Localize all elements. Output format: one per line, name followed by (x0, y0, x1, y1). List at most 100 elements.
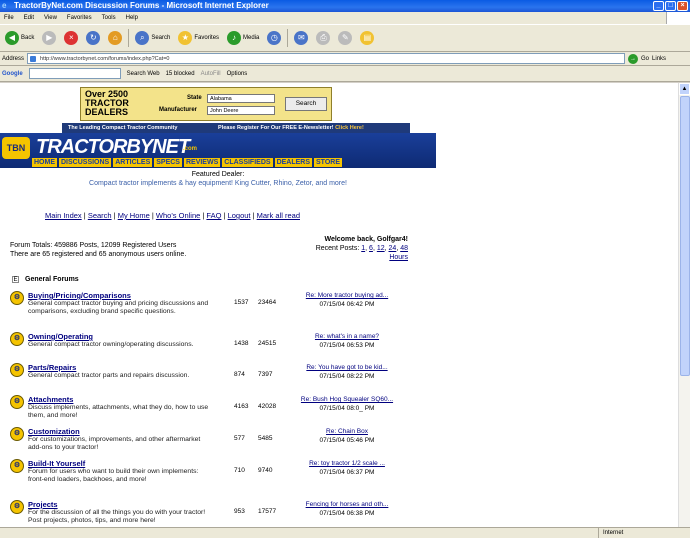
favorites-button[interactable]: ★ Favorites (176, 28, 221, 48)
home-button[interactable]: ⌂ (106, 28, 124, 48)
newsletter-link[interactable]: Please Register For Our FREE E-Newslette… (218, 123, 364, 133)
last-post-link[interactable]: Re: Bush Hog Squealer SQ60... (301, 396, 393, 403)
recent-48-link[interactable]: 48 (400, 245, 408, 252)
options-button[interactable]: Options (227, 71, 248, 77)
home-icon: ⌂ (108, 31, 123, 45)
my-home-link[interactable]: My Home (118, 211, 150, 220)
address-bar: Address http://www.tractorbynet.com/foru… (0, 52, 690, 66)
go-arrow-icon[interactable]: → (628, 53, 639, 64)
menu-file[interactable]: File (4, 15, 14, 21)
edit-icon: ✎ (338, 31, 353, 45)
forum-row: ⚙ Projects For the discussion of all the… (8, 500, 428, 527)
forum-title-link[interactable]: Buying/Pricing/Comparisons (28, 291, 131, 300)
forum-totals: Forum Totals: 459886 Posts, 12099 Regist… (10, 242, 187, 258)
site-header: TBN TRACTORBYNET .com HOME DISCUSSIONS A… (0, 133, 436, 168)
edit-button[interactable]: ✎ (336, 28, 354, 48)
scroll-up-icon[interactable]: ▲ (679, 83, 690, 95)
minimize-button[interactable]: _ (653, 1, 664, 11)
tagline-bar: The Leading Compact Tractor Community Pl… (62, 123, 410, 133)
featured-dealer-link[interactable]: Compact tractor implements & hay equipme… (0, 180, 436, 187)
google-logo[interactable]: Google (2, 71, 23, 77)
last-post-link[interactable]: Re: You have got to be kid... (306, 364, 387, 371)
forum-title-link[interactable]: Customization (28, 427, 80, 436)
main-index-link[interactable]: Main Index (45, 211, 82, 220)
faq-link[interactable]: FAQ (206, 211, 221, 220)
welcome-box: Welcome back, Golfgar4! Recent Posts: 1,… (315, 236, 408, 261)
forum-title-link[interactable]: Owning/Operating (28, 332, 93, 341)
maximize-button[interactable]: □ (665, 1, 676, 11)
dealer-search-button[interactable]: Search (285, 97, 327, 111)
last-post-link[interactable]: Re: Chain Box (326, 428, 368, 435)
nav-store[interactable]: STORE (314, 158, 343, 167)
google-search-web-button[interactable]: Search Web (127, 71, 160, 77)
state-label: State (187, 95, 202, 101)
nav-dealers[interactable]: DEALERS (274, 158, 313, 167)
google-toolbar: Google Search Web 15 blocked AutoFill Op… (0, 66, 690, 82)
back-button[interactable]: ◀ Back (3, 28, 36, 48)
featured-dealer-title: Featured Dealer: (191, 171, 245, 178)
forum-row: ⚙ Build-It Yourself Forum for users who … (8, 459, 428, 499)
main-nav: HOME DISCUSSIONS ARTICLES SPECS REVIEWS … (32, 158, 343, 167)
vertical-scrollbar[interactable]: ▲ (678, 83, 690, 527)
whos-online-link[interactable]: Who's Online (156, 211, 200, 220)
hours-link[interactable]: Hours (389, 254, 408, 261)
close-button[interactable]: × (677, 1, 688, 11)
nav-specs[interactable]: SPECS (154, 158, 182, 167)
forward-button[interactable]: ▶ (40, 28, 58, 48)
stop-button[interactable]: × (62, 28, 80, 48)
autofill-button[interactable]: AutoFill (201, 71, 221, 77)
forum-row: ⚙ Buying/Pricing/Comparisons General com… (8, 291, 428, 331)
back-arrow-icon: ◀ (5, 31, 19, 45)
history-button[interactable]: ◷ (265, 28, 283, 48)
menu-tools[interactable]: Tools (102, 15, 116, 21)
menu-favorites[interactable]: Favorites (67, 15, 92, 21)
forum-icon: ⚙ (10, 427, 24, 441)
recent-1-link[interactable]: 1 (361, 245, 365, 252)
nav-articles[interactable]: ARTICLES (113, 158, 153, 167)
forum-icon: ⚙ (10, 395, 24, 409)
collapse-toggle[interactable]: E (12, 276, 19, 283)
tractor-logo-icon: TBN (2, 137, 30, 159)
mail-icon: ✉ (294, 31, 309, 45)
forum-title-link[interactable]: Attachments (28, 395, 73, 404)
go-button[interactable]: Go (641, 56, 649, 62)
nav-discussions[interactable]: DISCUSSIONS (59, 158, 112, 167)
nav-classifieds[interactable]: CLASSIFIEDS (222, 158, 273, 167)
forum-title-link[interactable]: Build-It Yourself (28, 459, 85, 468)
refresh-button[interactable]: ↻ (84, 28, 102, 48)
site-logo[interactable]: TRACTORBYNET (36, 136, 190, 159)
mail-button[interactable]: ✉ (292, 28, 310, 48)
menu-edit[interactable]: Edit (24, 15, 34, 21)
state-select[interactable]: Alabama (207, 94, 275, 103)
address-input[interactable]: http://www.tractorbynet.com/forums/index… (27, 53, 626, 64)
tagline-text: The Leading Compact Tractor Community (68, 125, 178, 131)
forum-title-link[interactable]: Parts/Repairs (28, 363, 76, 372)
manufacturer-select[interactable]: John Deere (207, 106, 275, 115)
nav-reviews[interactable]: REVIEWS (183, 158, 221, 167)
scroll-thumb[interactable] (680, 96, 690, 376)
forum-icon: ⚙ (10, 363, 24, 377)
menu-help[interactable]: Help (126, 15, 138, 21)
links-button[interactable]: Links (652, 56, 666, 62)
recent-12-link[interactable]: 12 (377, 245, 385, 252)
logout-link[interactable]: Logout (228, 211, 251, 220)
menu-view[interactable]: View (44, 15, 57, 21)
last-post-link[interactable]: Re: toy tractor 1/2 scale ... (309, 460, 385, 467)
popup-blocked-button[interactable]: 15 blocked (166, 71, 195, 77)
nav-home[interactable]: HOME (32, 158, 57, 167)
recent-24-link[interactable]: 24 (389, 245, 397, 252)
last-post-link[interactable]: Re: what's in a name? (315, 333, 379, 340)
search-link[interactable]: Search (88, 211, 112, 220)
recent-6-link[interactable]: 6 (369, 245, 373, 252)
ie-icon: e (2, 1, 7, 10)
discuss-button[interactable]: ▤ (358, 28, 376, 48)
media-button[interactable]: ♪ Media (225, 28, 261, 48)
print-button[interactable]: ⎙ (314, 28, 332, 48)
forum-title-link[interactable]: Projects (28, 500, 58, 509)
mark-all-read-link[interactable]: Mark all read (257, 211, 300, 220)
window-title: TractorByNet.com Discussion Forums - Mic… (14, 1, 269, 10)
search-button[interactable]: ⌕ Search (133, 28, 172, 48)
last-post-link[interactable]: Re: More tractor buying ad... (306, 292, 388, 299)
last-post-link[interactable]: Fencing for horses and oth... (306, 501, 389, 508)
google-search-input[interactable] (28, 68, 121, 79)
